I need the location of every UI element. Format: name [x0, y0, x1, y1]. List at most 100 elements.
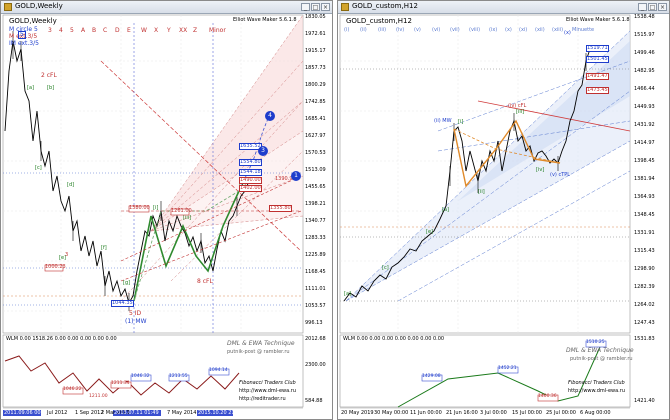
sub-value: 1094.14: [209, 368, 228, 373]
price-tick: 1340.77: [305, 218, 326, 224]
price-tick: 1627.97: [305, 133, 326, 139]
wave-label-3: 3: [65, 252, 69, 258]
wave-circle-1: 1: [291, 171, 301, 181]
time-tick: 11 Jun 00:00: [410, 410, 442, 416]
svg-text:[d]: [d]: [67, 182, 74, 188]
wave-ruler-item: (x): [505, 27, 512, 33]
wave-ruler-item: (v): [414, 27, 421, 33]
wave-ruler-item: (i): [344, 27, 350, 33]
price-tick: 1538.48: [634, 14, 655, 20]
sub-scale-tick: 2012.68: [305, 336, 326, 342]
sub-value: 1213.55: [169, 374, 188, 379]
wave-ruler-item: X: [154, 27, 159, 34]
signature-club: Fibonacci Traders Club: [239, 380, 296, 386]
price-tick: 1414.97: [634, 140, 655, 146]
wave-ruler-item: (viii): [469, 27, 481, 33]
svg-text:[iii]: [iii]: [516, 109, 524, 115]
wave-label-mw: (ii) MW: [434, 118, 452, 124]
signature-url: http://reditrader.ru: [239, 396, 286, 402]
time-tick: 30 May 00:00: [374, 410, 409, 416]
price-tick: 1482.95: [634, 68, 655, 74]
subwindow-title: WLM 0.00 1518.26 0.00 0.00 0.00 0.00 0.0…: [6, 336, 117, 342]
wave-degree-label-3: IM ext.3/5: [9, 40, 39, 47]
wave-label-mw: (1) MW: [125, 318, 147, 325]
wave-label-8cfl: 8 cFL: [197, 278, 213, 285]
price-mark: 1261.00: [171, 208, 192, 214]
time-axis: 20 May 2019 30 May 00:00 11 Jun 00:00 21…: [340, 410, 630, 418]
price-tick: 1857.73: [305, 65, 326, 71]
sub-scale-tick: 1531.83: [634, 336, 655, 342]
price-tick: 1499.46: [634, 50, 655, 56]
subwindow-title: WLM 0.00 0.00 0.00 0.00 0.00 0.00 0.00: [343, 336, 445, 342]
wave-ruler-item: (ii): [360, 27, 367, 33]
price-tick: 1449.93: [634, 104, 655, 110]
price-tick: 1972.61: [305, 31, 326, 37]
wave-ruler-item: (xi): [519, 27, 528, 33]
wave-ruler-item: (iv): [396, 27, 405, 33]
price-tick: 1513.09: [305, 167, 326, 173]
sub-value: 1046.32: [131, 374, 150, 379]
sub-value: 1429.08: [422, 374, 441, 379]
sub-scale-tick: 584.88: [305, 398, 323, 404]
indicator-name: Elliot Wave Maker 5.6.1.8: [233, 17, 297, 23]
wave-ruler-item: C: [103, 27, 108, 34]
price-box: 1490.00: [239, 177, 262, 184]
indicator-name: Elliot Wave Maker 5.6.1.8: [566, 17, 630, 23]
wave-ruler-item: Y: [167, 27, 171, 34]
price-tick: 1247.43: [634, 320, 655, 326]
sub-value: 1046.22: [63, 387, 82, 392]
price-tick: 1431.92: [634, 122, 655, 128]
price-tick: 1298.90: [634, 266, 655, 272]
time-tick: 1 Sep 2012: [75, 410, 104, 416]
price-tick: 996.13: [305, 320, 323, 326]
sub-value: 1211.34: [111, 381, 130, 386]
wave-ruler-item: (xiii): [552, 27, 564, 33]
svg-text:[f]: [f]: [101, 245, 107, 251]
svg-text:[e]: [e]: [426, 229, 433, 235]
svg-text:[a]: [a]: [27, 85, 34, 91]
price-tick: 1111.01: [305, 286, 326, 292]
wave-ruler-item: (vi): [432, 27, 441, 33]
sub-value: 1510.25: [586, 340, 605, 345]
time-tick: 15 Jul 00:00: [512, 410, 542, 416]
wave-circle-4: 4: [265, 111, 275, 121]
price-axis: 1830.05 1972.61 1915.17 1857.73 1800.29 …: [305, 14, 332, 335]
svg-text:[a]: [a]: [344, 291, 351, 297]
wave-ruler-item: Minor: [209, 27, 226, 34]
wave-ruler-item: (vii): [450, 27, 460, 33]
time-tick: 25 Jul 00:00: [546, 410, 576, 416]
wave-ruler-item: B: [92, 27, 97, 34]
price-tick: 1455.65: [305, 184, 326, 190]
price-box: 1519.71: [586, 45, 609, 52]
chart-window-h12[interactable]: GOLD_custom,H12 _ □ × [a] [c] [e] [a] [i…: [337, 0, 670, 420]
price-tick: 1570.53: [305, 150, 326, 156]
time-tick: 2011.09.06 00:00: [4, 410, 49, 416]
price-tick: 1282.39: [634, 284, 655, 290]
wave-ruler-item: (xii): [535, 27, 545, 33]
sub-value: 1211.00: [89, 394, 108, 399]
svg-text:[ii]: [ii]: [478, 189, 485, 195]
watermark-email: putnik-post @ rambler.ru: [570, 356, 633, 362]
price-tick: 1348.45: [634, 212, 655, 218]
time-tick: 3 Jul 00:00: [480, 410, 507, 416]
price-mark: 1380.00: [129, 205, 150, 211]
wave-ruler-item: XX: [179, 27, 188, 34]
time-axis: 2011.09.06 00:00 Jul 2012 1 Sep 2012 2 M…: [3, 410, 303, 418]
chart-symbol-label: GOLD_custom,H12: [346, 17, 412, 25]
price-tick: 1830.05: [305, 14, 326, 20]
chart-window-weekly[interactable]: GOLD,Weekly _ □ × [a] [b] [c] [d] [e] [f…: [0, 0, 333, 420]
svg-text:[i]: [i]: [153, 205, 158, 211]
svg-text:[c]: [c]: [382, 265, 389, 271]
price-tick: 1398.45: [634, 158, 655, 164]
price-tick: 1364.93: [634, 194, 655, 200]
svg-text:[i]: [i]: [458, 119, 463, 125]
price-axis: 1538.48 1515.97 1499.46 1482.95 1466.44 …: [632, 14, 669, 335]
price-box: 1544.18: [239, 169, 262, 176]
wave-ruler-item: Z: [193, 27, 198, 34]
time-tick: 20 May 2019: [341, 410, 374, 416]
wave-ruler-item: D: [115, 27, 120, 34]
time-tick: 2013.07.11 01:49: [114, 410, 159, 416]
price-tick: 1053.57: [305, 303, 326, 309]
price-tick: 1331.91: [634, 230, 655, 236]
wave-label-cfl: 2 cFL: [41, 72, 57, 79]
